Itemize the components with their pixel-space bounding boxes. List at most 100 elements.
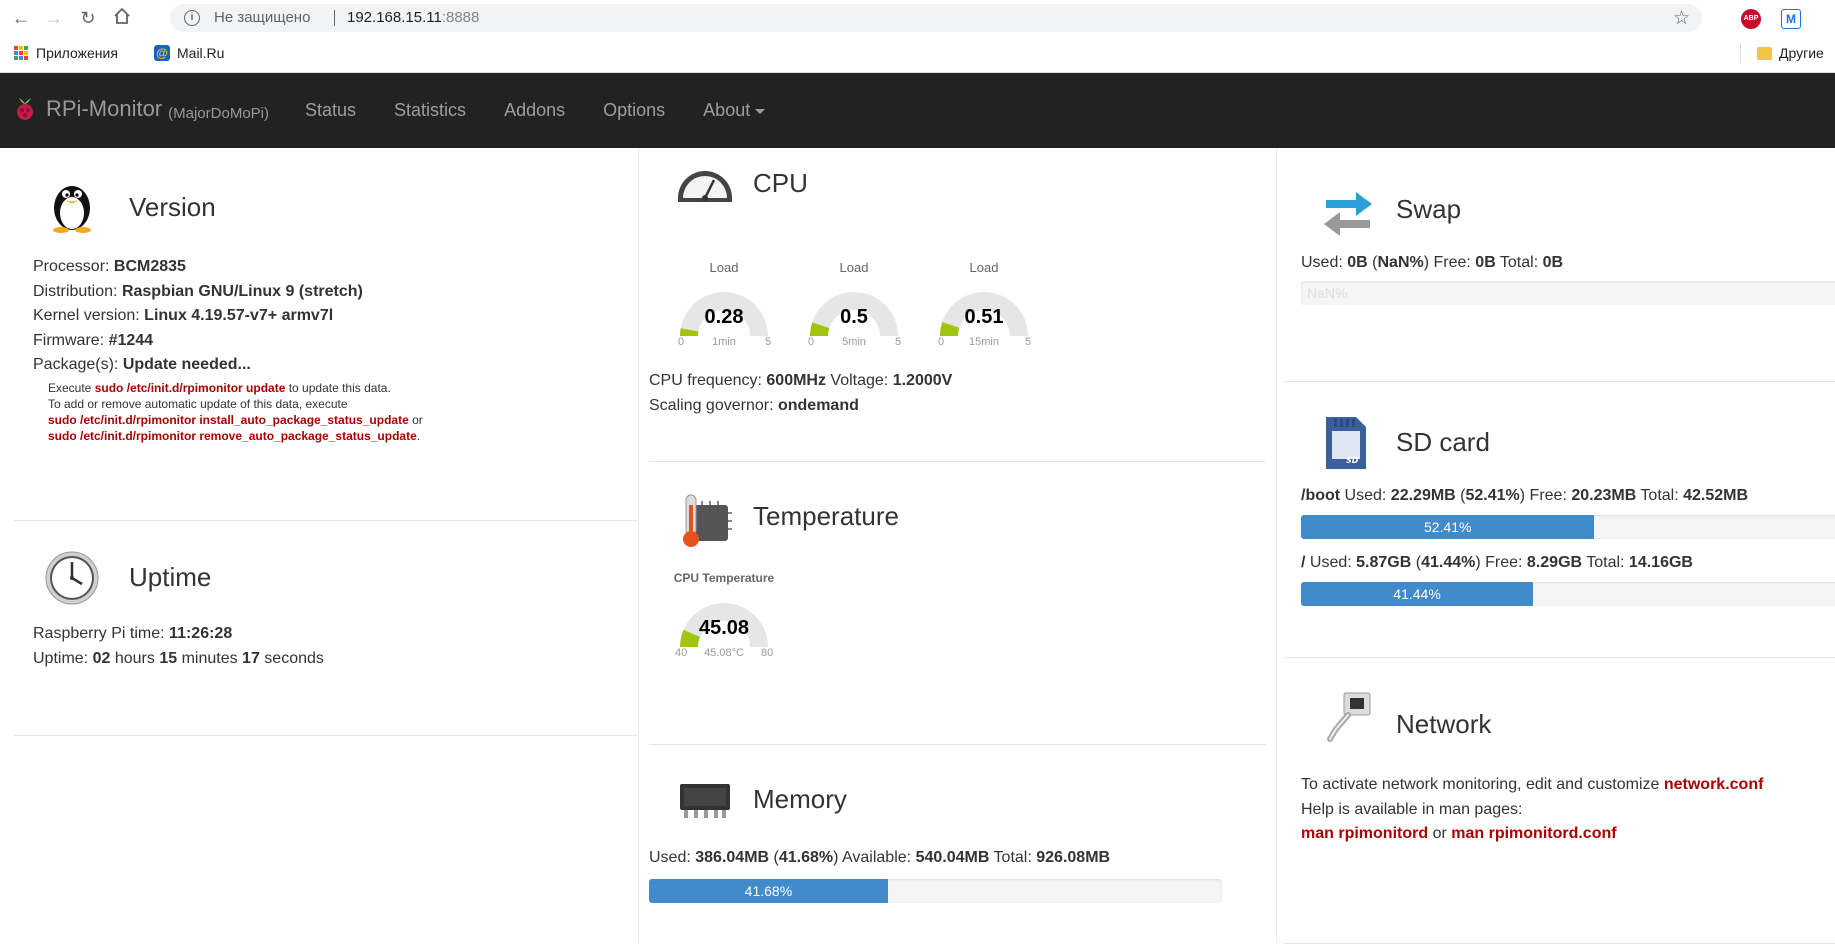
bookmark-label: Mail.Ru [177,45,225,61]
boot-mount: /boot [1301,487,1341,504]
cpu-title: CPU [753,168,808,198]
ethernet-cable-icon [1320,689,1376,750]
freq-label: CPU frequency: [649,372,762,389]
memory-available-value: 540.04MB [915,849,990,866]
boot-total-label: Total: [1640,487,1679,504]
brand[interactable]: RPi-Monitor (MajorDoMoPi) [14,96,269,122]
pi-time-value: 11:26:28 [169,625,233,642]
boot-progress-bar: 52.41% [1301,515,1835,539]
browser-toolbar: ← → ↻ i Не защищено 192.168.15.11:8888 ☆… [0,0,1835,36]
root-used-value: 5.87GB [1356,554,1412,571]
gauge-max: 80 [761,647,774,659]
menu-about[interactable]: About [703,100,766,121]
boot-used-percent: 52.41% [1465,487,1520,504]
network-help-line3: man rpimonitord or man rpimonitord.conf [1301,825,1617,843]
note-text: to update this data. [288,381,391,395]
boot-usage-line: /boot Used: 22.29MB (52.41%) Free: 20.23… [1301,487,1749,504]
swap-progress-bar: NaN% [1301,281,1835,305]
governor-label: Scaling governor: [649,397,774,414]
bookmark-star-icon[interactable]: ☆ [1673,7,1690,30]
home-icon[interactable] [111,7,133,29]
memory-total-label: Total: [993,849,1032,866]
swap-total-value: 0B [1542,254,1564,271]
mailru-icon: @ [154,45,170,61]
network-conf-link[interactable]: network.conf [1664,776,1764,793]
menu-statistics[interactable]: Statistics [394,100,466,121]
raspberry-pi-icon [14,96,36,122]
info-icon[interactable]: i [184,10,200,26]
boot-progress-fill: 52.41% [1301,515,1595,539]
man-rpimonitord-link[interactable]: man rpimonitord [1301,825,1428,842]
update-note-line3: sudo /etc/init.d/rpimonitor install_auto… [48,413,423,427]
sd-card-icon: SD [1320,413,1370,478]
boot-free-label: Free: [1529,487,1567,504]
address-bar[interactable]: i Не защищено 192.168.15.11:8888 ☆ [170,4,1702,32]
packages-line: Package(s): Update needed... [33,356,251,374]
address-separator [334,10,335,26]
gauge-label: Load [839,260,869,275]
menu-addons[interactable]: Addons [504,100,565,121]
root-used-label: Used: [1309,554,1352,571]
forward-arrow-icon[interactable]: → [43,7,65,29]
temperature-panel: Temperature CPU Temperature 45.08 40 45.… [649,461,1266,745]
freq-value: 600MHz [766,372,826,389]
apps-grid-icon [14,45,29,61]
boot-used-label: Used: [1344,487,1387,504]
note-text: or [412,413,423,427]
brand-host: (MajorDoMoPi) [168,104,269,122]
firmware-label: Firmware: [33,332,105,349]
update-note-line4: sudo /etc/init.d/rpimonitor remove_auto_… [48,429,420,443]
boot-free-value: 20.23MB [1571,487,1637,504]
bookmark-other[interactable]: Другие [1757,45,1824,61]
packages-value: Update needed... [122,356,251,373]
memory-title: Memory [753,784,847,814]
memory-used-label: Used: [649,849,691,866]
root-usage-line: / Used: 5.87GB (41.44%) Free: 8.29GB Tot… [1301,554,1693,571]
sdcard-title: SD card [1396,427,1490,457]
extension-m-icon[interactable]: M [1781,9,1801,29]
network-help-line1: To activate network monitoring, edit and… [1301,776,1763,794]
adblock-extension-icon[interactable]: ABP [1741,9,1761,29]
uptime-panel: Uptime Raspberry Pi time: 11:26:28 Uptim… [14,520,638,736]
version-panel: Version Processor: BCM2835 Distribution:… [14,148,638,521]
column-middle: CPU Load 0.28 0 1min 5 Load 0.5 0 5min 5… [638,148,1277,943]
minutes-label: minutes [181,650,238,667]
memory-progress-bar: 41.68% [649,879,1222,903]
svg-text:SD: SD [1346,456,1359,465]
temperature-title: Temperature [753,501,899,531]
column-left: Version Processor: BCM2835 Distribution:… [0,148,638,943]
swap-used-value: 0B [1347,254,1368,271]
gauge-max: 5 [1025,336,1032,348]
network-help-line2: Help is available in man pages: [1301,801,1523,818]
remove-command: sudo /etc/init.d/rpimonitor remove_auto_… [48,429,417,443]
kernel-line: Kernel version: Linux 4.19.57-v7+ armv7l [33,307,333,325]
root-progress-bar: 41.44% [1301,582,1835,606]
bookmark-apps[interactable]: Приложения [14,45,118,61]
kernel-value: Linux 4.19.57-v7+ armv7l [144,307,334,324]
bookmarks-divider [1740,44,1741,64]
reload-icon[interactable]: ↻ [77,7,99,29]
gauge-max: 5 [895,336,902,348]
menu-status[interactable]: Status [305,100,356,121]
back-arrow-icon[interactable]: ← [10,7,32,29]
gauge-value: 45.08 [698,617,750,639]
uptime-line: Uptime: 02 hours 15 minutes 17 seconds [33,650,324,668]
swap-progress-text: NaN% [1307,285,1348,301]
gauge-max: 5 [765,336,772,348]
bookmark-mailru[interactable]: @ Mail.Ru [154,45,224,61]
version-title: Version [129,192,216,222]
memory-used-percent: 41.68% [778,849,834,866]
root-total-label: Total: [1586,554,1625,571]
memory-available-label: Available: [842,849,912,866]
boot-total-value: 42.52MB [1683,487,1749,504]
uptime-minutes: 15 [159,650,178,667]
cpu-load-gauge-5min: Load 0.5 0 5min 5 [799,260,909,360]
boot-used-value: 22.29MB [1390,487,1456,504]
url-text[interactable]: 192.168.15.11:8888 [347,9,479,26]
man-rpimonitord-conf-link[interactable]: man rpimonitord.conf [1451,825,1616,842]
bookmarks-bar: Приложения @ Mail.Ru Другие [0,36,1835,73]
gauge-label: Load [709,260,739,275]
gauge-label: CPU Temperature [673,571,775,585]
network-help-text: To activate network monitoring, edit and… [1301,776,1660,793]
menu-options[interactable]: Options [603,100,665,121]
